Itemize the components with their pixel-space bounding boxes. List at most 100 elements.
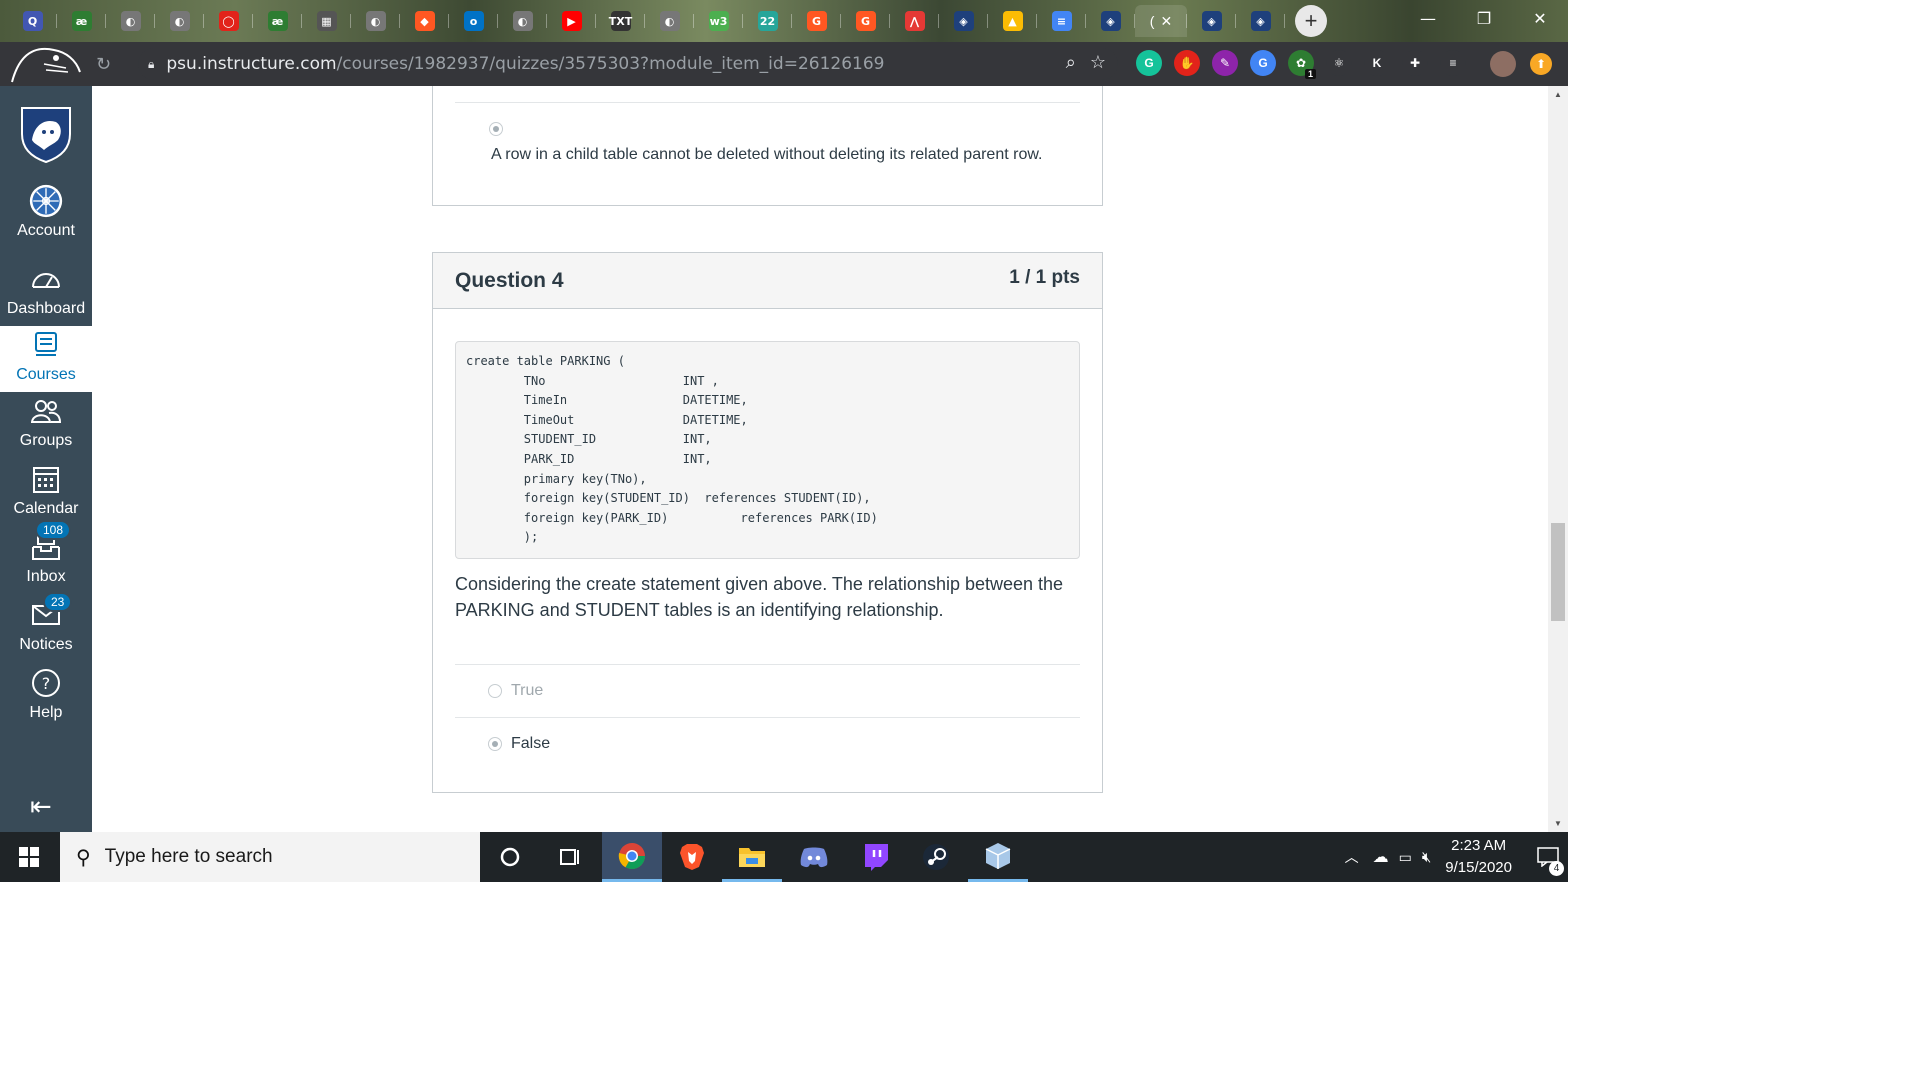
scrollbar-thumb[interactable]: [1551, 523, 1565, 621]
browser-tab[interactable]: G: [841, 5, 890, 37]
sidebar-item-dashboard[interactable]: Dashboard: [0, 260, 92, 326]
sidebar-item-groups[interactable]: Groups: [0, 392, 92, 458]
taskbar-clock[interactable]: 2:23 AM 9/15/2020: [1445, 835, 1512, 879]
app-cube-icon[interactable]: [968, 832, 1028, 882]
playlist-icon[interactable]: ≡: [1440, 50, 1466, 76]
browser-tab[interactable]: ⋀: [890, 5, 939, 37]
browser-tab[interactable]: æ: [57, 5, 106, 37]
browser-tab[interactable]: ▶: [547, 5, 596, 37]
code-line: );: [466, 530, 539, 545]
browser-tab[interactable]: ◯: [204, 5, 253, 37]
notices-icon: 23: [29, 592, 73, 632]
search-icon: ⚲: [76, 846, 91, 869]
svg-text:?: ?: [42, 674, 51, 693]
react-icon[interactable]: ⚛: [1326, 50, 1352, 76]
answer-radio[interactable]: [488, 684, 502, 698]
globe-icon: ◐: [120, 11, 141, 31]
file-explorer-icon[interactable]: [722, 832, 782, 882]
show-hidden-icons-icon[interactable]: ︿: [1345, 847, 1359, 867]
k-icon[interactable]: K: [1364, 50, 1390, 76]
translate-icon[interactable]: G: [1250, 50, 1276, 76]
browser-tab[interactable]: ≡: [1037, 5, 1086, 37]
action-center-icon[interactable]: 4: [1528, 832, 1568, 882]
new-tab-button[interactable]: +: [1295, 5, 1327, 37]
browser-tab[interactable]: ◐: [498, 5, 547, 37]
browser-tab[interactable]: ◈: [1236, 5, 1285, 37]
close-window-icon[interactable]: ✕: [1512, 0, 1568, 36]
feather-icon[interactable]: ✎: [1212, 50, 1238, 76]
windows-start-icon[interactable]: [0, 832, 58, 882]
zoom-icon[interactable]: ⌕: [1066, 52, 1076, 73]
browser-tab-strip: Qæ ◐ ◐ ◯ æ ▦ ◐ ◆ o ◐ ▶ TXT ◐ w3 22 G G ⋀ ◈ ▲ ≡ ◈(✕ ◈ ◈ + — ❐ ✕: [0, 0, 1568, 42]
browser-tab[interactable]: ◈: [1187, 5, 1236, 37]
docs-icon: ≡: [1051, 11, 1072, 31]
browser-tab[interactable]: ◈: [939, 5, 988, 37]
collapse-nav-icon[interactable]: ⇤: [30, 791, 52, 822]
answer-row-false[interactable]: False: [455, 717, 1080, 770]
notification-count: 4: [1549, 861, 1564, 876]
sidebar-item-courses[interactable]: Courses: [0, 326, 92, 392]
cortana-icon[interactable]: [480, 832, 540, 882]
sidebar-item-notices[interactable]: 23 Notices: [0, 592, 92, 662]
scroll-up-icon[interactable]: ▲: [1548, 90, 1568, 99]
browser-tab[interactable]: w3: [694, 5, 743, 37]
steam-icon[interactable]: [906, 832, 966, 882]
task-view-icon[interactable]: [540, 832, 600, 882]
reload-icon[interactable]: ↻: [96, 54, 111, 75]
update-icon[interactable]: ⬆: [1530, 53, 1552, 75]
globe-icon: ◐: [512, 11, 533, 31]
chrome-icon[interactable]: [602, 832, 662, 882]
onedrive-icon[interactable]: ☁: [1373, 847, 1389, 867]
sidebar-item-calendar[interactable]: Calendar: [0, 460, 92, 526]
volume-muted-icon[interactable]: 🔇︎: [1422, 849, 1431, 866]
browser-tab[interactable]: æ: [253, 5, 302, 37]
sidebar-item-label: Help: [29, 704, 63, 721]
minimize-icon[interactable]: —: [1400, 0, 1456, 36]
close-tab-icon[interactable]: ✕: [1160, 13, 1172, 30]
brave-icon[interactable]: [662, 832, 722, 882]
quizlet-icon: Q: [22, 11, 43, 31]
answer-radio[interactable]: [489, 122, 503, 136]
bug-icon[interactable]: ✿ 1: [1288, 50, 1316, 79]
answer-row-true[interactable]: True: [455, 664, 1080, 717]
adblock-icon[interactable]: ✋: [1174, 50, 1200, 76]
browser-tab[interactable]: ◆: [400, 5, 449, 37]
browser-tab[interactable]: ◐: [645, 5, 694, 37]
global-navigation: Account Dashboard Courses Groups Calenda…: [0, 86, 92, 832]
code-line: TimeIn DATETIME,: [466, 393, 748, 408]
browser-tab[interactable]: ◐: [106, 5, 155, 37]
scroll-down-icon[interactable]: ▼: [1548, 819, 1568, 828]
browser-tab[interactable]: ▦: [302, 5, 351, 37]
answer-radio[interactable]: [488, 737, 502, 751]
sidebar-item-help[interactable]: ? Help: [0, 664, 92, 730]
battery-icon[interactable]: ▭: [1399, 849, 1412, 866]
page-scrollbar[interactable]: ▲ ▼: [1548, 86, 1568, 832]
sidebar-item-account[interactable]: Account: [0, 182, 92, 248]
address-bar[interactable]: 🔒︎ psu.instructure.com/courses/1982937/q…: [138, 48, 1118, 80]
grammarly-icon[interactable]: G: [1136, 50, 1162, 76]
bookmark-star-icon[interactable]: ☆: [1090, 52, 1106, 73]
twitch-icon[interactable]: [846, 832, 906, 882]
window-controls: — ❐ ✕: [1400, 0, 1568, 36]
profile-avatar[interactable]: [1490, 51, 1516, 77]
browser-tab-active[interactable]: (✕: [1135, 5, 1187, 37]
psu-shield-logo[interactable]: [18, 104, 74, 164]
restore-icon[interactable]: ❐: [1456, 0, 1512, 36]
browser-tab[interactable]: ◐: [155, 5, 204, 37]
windows-taskbar: ⚲ Type here to search ︿ ☁ ▭ 🔇︎ 2:23 AM 9…: [0, 832, 1568, 882]
browser-tab[interactable]: ◐: [351, 5, 400, 37]
browser-tab[interactable]: ▲: [988, 5, 1037, 37]
puzzle-icon[interactable]: ✚: [1402, 50, 1428, 76]
extension-glyph: ✿: [1295, 56, 1307, 70]
sidebar-item-inbox[interactable]: 108 Inbox: [0, 520, 92, 594]
globe-icon: ◐: [169, 11, 190, 31]
browser-tab[interactable]: G: [792, 5, 841, 37]
discord-icon[interactable]: [784, 832, 844, 882]
browser-tab[interactable]: ◈: [1086, 5, 1135, 37]
clock-time: 2:23 AM: [1451, 837, 1507, 854]
browser-tab[interactable]: 22: [743, 5, 792, 37]
taskbar-search[interactable]: ⚲ Type here to search: [60, 832, 480, 882]
browser-tab[interactable]: TXT: [596, 5, 645, 37]
browser-tab[interactable]: o: [449, 5, 498, 37]
browser-tab[interactable]: Q: [8, 5, 57, 37]
